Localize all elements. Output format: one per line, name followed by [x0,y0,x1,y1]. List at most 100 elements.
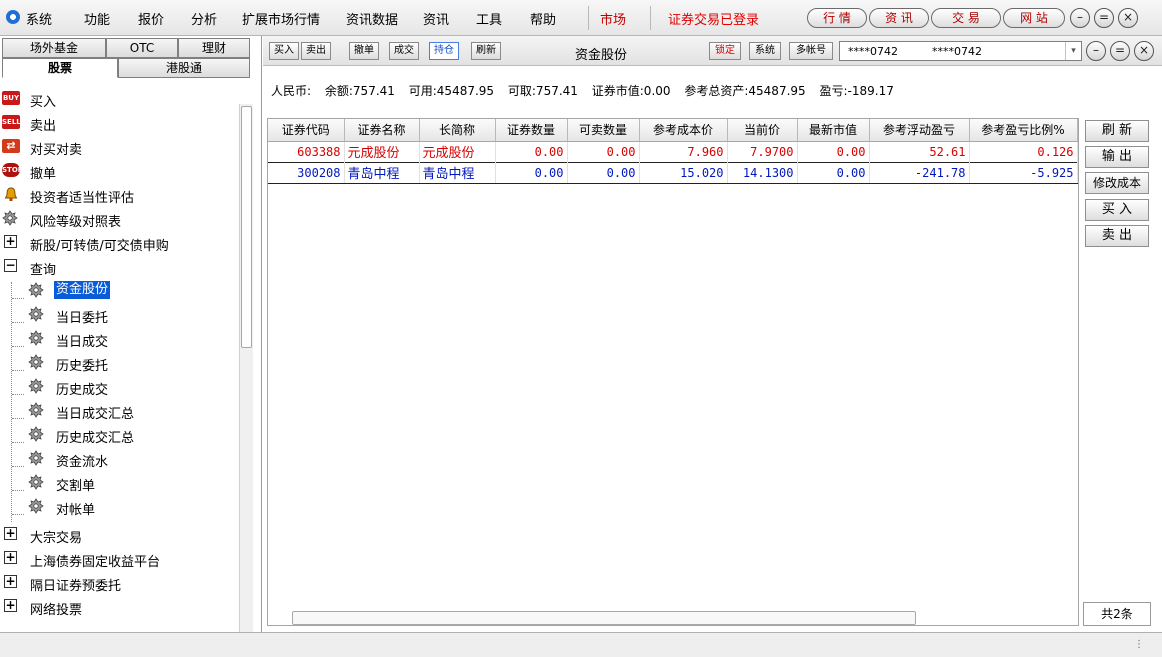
toolbar-positions-button[interactable]: 持仓 [429,42,459,60]
edit-cost-button[interactable]: 修改成本 [1085,172,1149,194]
tree-item-history-deal-summary[interactable]: 历史成交汇总 [0,422,240,446]
gear-icon [28,330,44,346]
col-pnl-ratio[interactable]: 参考盈亏比例% [969,119,1078,142]
table-horizontal-scrollbar[interactable] [292,611,916,625]
col-code[interactable]: 证券代码 [268,119,345,142]
col-floating-pnl[interactable]: 参考浮动盈亏 [869,119,970,142]
toolbar-cancel-button[interactable]: 撤单 [349,42,379,60]
tree-item-funds-shares[interactable]: 资金股份 [0,278,240,302]
tree-item-label: 上海债券固定收益平台 [30,555,161,570]
tree-item-buy[interactable]: BUY 买入 [0,86,240,110]
menu-news[interactable]: 资讯 [423,9,449,28]
website-pill-button[interactable]: 网 站 [1003,8,1065,28]
cell-name: 元成股份 [344,141,420,162]
resize-grip-icon[interactable]: ⋮ [1134,639,1144,650]
tree-item-risk-table[interactable]: 风险等级对照表 [0,206,240,230]
tree-item-online-voting[interactable]: + 网络投票 [0,594,240,618]
restore-button[interactable]: = [1094,8,1114,28]
tab-stocks[interactable]: 股票 [2,58,118,78]
tree-item-today-orders[interactable]: 当日委托 [0,302,240,326]
toolbar-sell-button[interactable]: 卖出 [301,42,331,60]
lock-button[interactable]: 锁定 [709,42,741,60]
left-scrollbar-thumb[interactable] [241,106,252,348]
plus-box-icon[interactable]: + [4,575,17,588]
menu-system[interactable]: 系统 [26,9,52,28]
menu-quote[interactable]: 报价 [138,9,164,28]
cell-long-name: 青岛中程 [419,161,496,184]
plus-box-icon[interactable]: + [4,599,17,612]
trade-pill-button[interactable]: 交 易 [931,8,1001,28]
tree-item-delivery-slip[interactable]: 交割单 [0,470,240,494]
tree-item-block-trade[interactable]: + 大宗交易 [0,522,240,546]
tree-item-query[interactable]: − 查询 [0,254,240,278]
system-button[interactable]: 系统 [749,42,781,60]
col-market-value[interactable]: 最新市值 [797,119,870,142]
table-row[interactable]: 300208 青岛中程 青岛中程 0.00 0.00 15.020 14.130… [268,161,1078,184]
cell-quantity: 0.00 [495,141,568,162]
tab-otc[interactable]: OTC [106,38,178,58]
tree-item-today-deals[interactable]: 当日成交 [0,326,240,350]
multi-account-button[interactable]: 多帐号 [789,42,833,60]
tree-item-sh-bond-platform[interactable]: + 上海债券固定收益平台 [0,546,240,570]
tree-item-statement[interactable]: 对帐单 [0,494,240,518]
gear-icon [28,378,44,394]
plus-box-icon[interactable]: + [4,527,17,540]
tree-item-buy-sell[interactable]: ⇄ 对买对卖 [0,134,240,158]
quotes-pill-button[interactable]: 行 情 [807,8,867,28]
tree-item-today-deal-summary[interactable]: 当日成交汇总 [0,398,240,422]
tree-item-history-deals[interactable]: 历史成交 [0,374,240,398]
minus-box-icon[interactable]: − [4,259,17,272]
left-scrollbar[interactable] [239,104,253,632]
chevron-down-icon[interactable]: ▾ [1065,42,1081,60]
plus-box-icon[interactable]: + [4,235,17,248]
col-current-price[interactable]: 当前价 [727,119,798,142]
panel-restore-button[interactable]: = [1110,41,1130,61]
toolbar-buy-button[interactable]: 买入 [269,42,299,60]
menu-help[interactable]: 帮助 [530,9,556,28]
tree-item-label: 对帐单 [56,503,96,518]
tree-item-label: 隔日证券预委托 [30,579,122,594]
side-buy-button[interactable]: 买 入 [1085,199,1149,221]
cell-sellable: 0.00 [567,161,640,184]
table-row[interactable]: 603388 元成股份 元成股份 0.00 0.00 7.960 7.9700 … [268,141,1078,162]
tree-item-suitability[interactable]: 投资者适当性评估 [0,182,240,206]
tree-item-sell[interactable]: SELL 卖出 [0,110,240,134]
plus-box-icon[interactable]: + [4,551,17,564]
refresh-button[interactable]: 刷 新 [1085,120,1149,142]
panel-close-button[interactable]: × [1134,41,1154,61]
account-select[interactable]: ****0742 ****0742 ▾ [839,41,1082,61]
tree-item-label: 历史成交 [56,383,109,398]
menu-separator [650,6,651,30]
col-name[interactable]: 证券名称 [344,119,420,142]
tree-item-label: 新股/可转债/可交债申购 [30,239,169,254]
tab-hk-connect[interactable]: 港股通 [118,58,250,78]
menu-analysis[interactable]: 分析 [191,9,217,28]
toolbar-deals-button[interactable]: 成交 [389,42,419,60]
market-menu[interactable]: 市场 [600,9,626,28]
export-button[interactable]: 输 出 [1085,146,1149,168]
col-quantity[interactable]: 证券数量 [495,119,568,142]
side-sell-button[interactable]: 卖 出 [1085,225,1149,247]
menu-function[interactable]: 功能 [84,9,110,28]
tree-item-label: 历史成交汇总 [56,431,135,446]
col-cost-price[interactable]: 参考成本价 [639,119,728,142]
info-pill-button[interactable]: 资 讯 [869,8,929,28]
tab-otc-funds[interactable]: 场外基金 [2,38,106,58]
col-long-name[interactable]: 长简称 [419,119,496,142]
tree-item-history-orders[interactable]: 历史委托 [0,350,240,374]
close-button[interactable]: × [1118,8,1138,28]
toolbar-refresh-button[interactable]: 刷新 [471,42,501,60]
menu-extended-market[interactable]: 扩展市场行情 [242,9,320,28]
minimize-button[interactable]: – [1070,8,1090,28]
gear-icon [28,354,44,370]
tree-item-next-day-preorder[interactable]: + 隔日证券预委托 [0,570,240,594]
col-sellable[interactable]: 可卖数量 [567,119,640,142]
tree-item-ipo-subscribe[interactable]: + 新股/可转债/可交债申购 [0,230,240,254]
cell-pnl-ratio: -5.925 [969,161,1078,184]
menu-info-data[interactable]: 资讯数据 [346,9,398,28]
tree-item-cancel-order[interactable]: STOP 撤单 [0,158,240,182]
tree-item-fund-flow[interactable]: 资金流水 [0,446,240,470]
tab-wealth[interactable]: 理财 [178,38,250,58]
panel-minimize-button[interactable]: – [1086,41,1106,61]
menu-tools[interactable]: 工具 [476,9,502,28]
